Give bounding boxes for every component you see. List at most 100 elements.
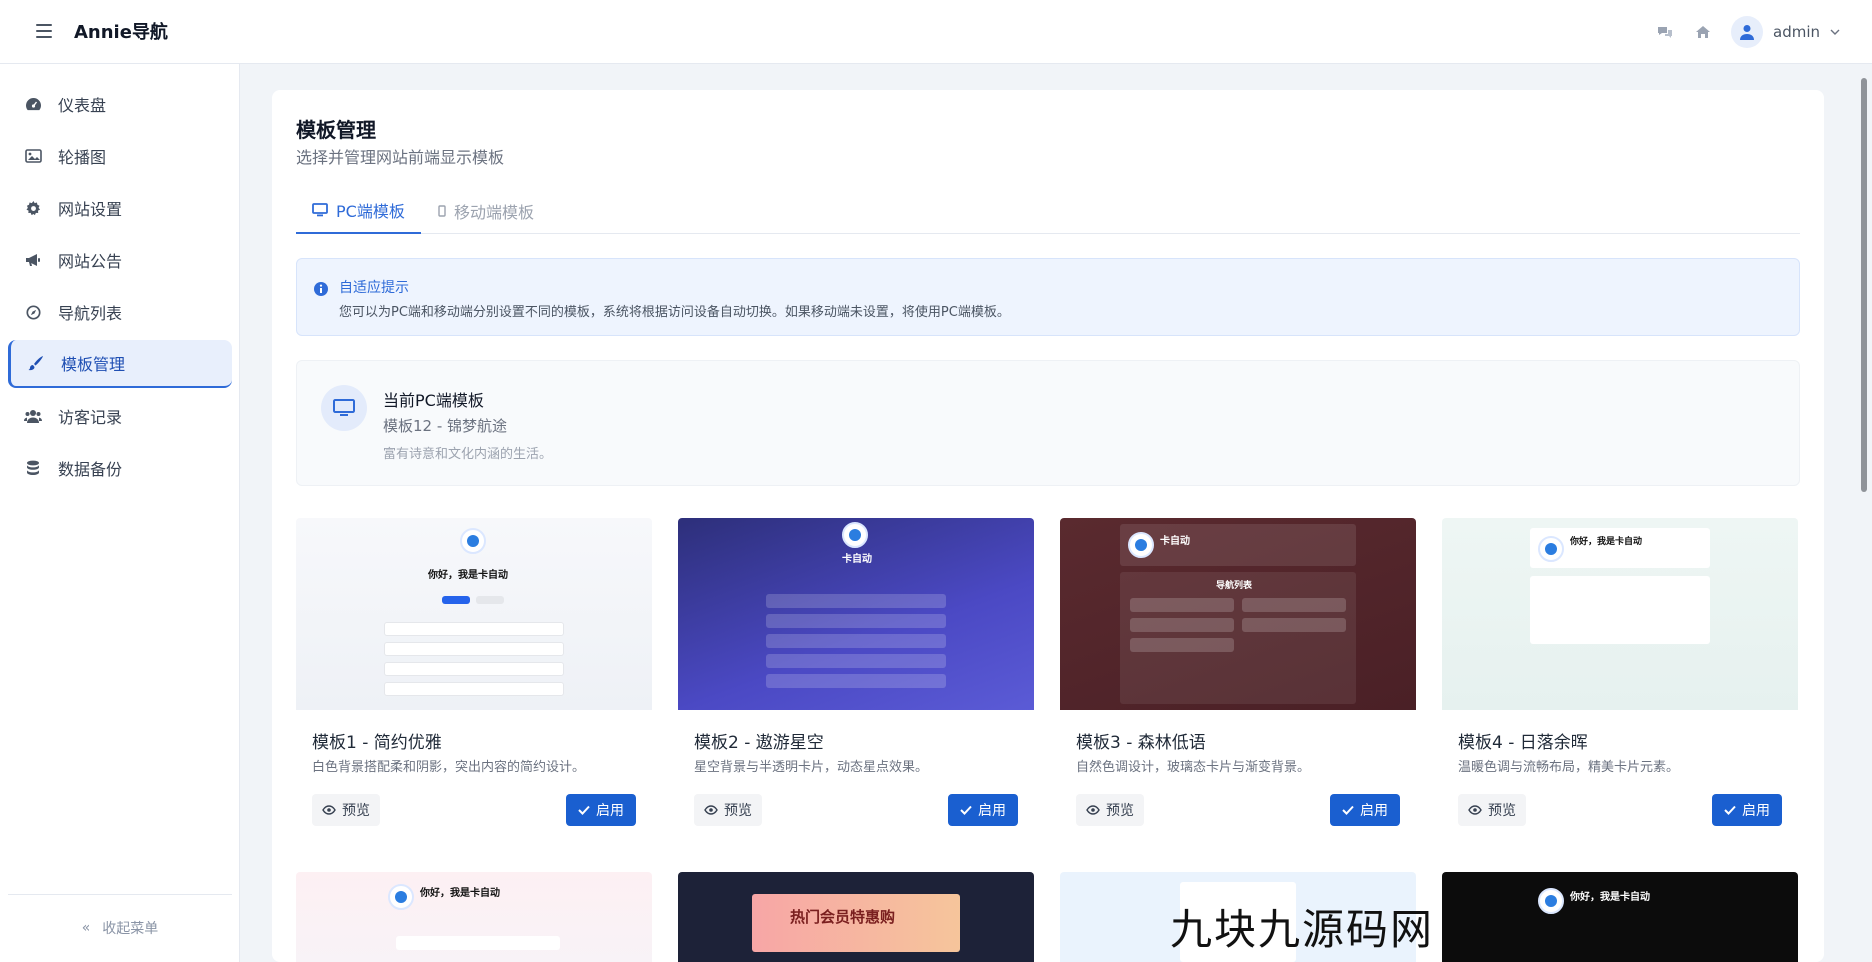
thumb-site-name: 卡自动: [842, 554, 872, 565]
sidebar-item-dashboard[interactable]: 仪表盘: [8, 80, 232, 128]
thumb-list-item: [1130, 598, 1234, 612]
database-icon: [24, 459, 42, 477]
preview-label: 预览: [1106, 803, 1134, 819]
user-menu[interactable]: admin: [1731, 16, 1840, 48]
dashboard-icon: [24, 95, 42, 113]
template-name: 模板1 - 简约优雅: [312, 733, 442, 753]
thumb-greeting: 你好，我是卡自动: [1570, 537, 1643, 547]
sidebar-divider: [8, 894, 232, 895]
tab-label: PC端模板: [336, 202, 405, 221]
enable-button[interactable]: 启用: [1712, 794, 1782, 826]
scrollbar-thumb[interactable]: [1861, 78, 1867, 492]
tab-mobile-templates[interactable]: 移动端模板: [422, 188, 550, 234]
header-actions: admin: [1655, 12, 1840, 52]
check-icon: [578, 805, 590, 815]
check-icon: [1342, 805, 1354, 815]
preview-button[interactable]: 预览: [694, 794, 762, 826]
notice-text: 您可以为PC端和移动端分别设置不同的模板，系统将根据访问设备自动切换。如果移动端…: [339, 305, 1010, 320]
user-icon: [1740, 25, 1754, 40]
brush-icon: [27, 354, 45, 372]
sidebar-item-label: 模板管理: [61, 355, 126, 374]
enable-label: 启用: [978, 803, 1006, 819]
template-desc: 星空背景与半透明卡片，动态星点效果。: [694, 760, 929, 775]
compass-icon: [24, 303, 42, 321]
check-icon: [1724, 805, 1736, 815]
watermark: 九块九源码网: [1170, 905, 1435, 954]
current-template-panel: 当前PC端模板 模板12 - 锦梦航途 富有诗意和文化内涵的生活。: [296, 360, 1800, 486]
enable-label: 启用: [596, 803, 624, 819]
thumb-panel: [1530, 576, 1710, 644]
preview-button[interactable]: 预览: [1458, 794, 1526, 826]
enable-button[interactable]: 启用: [566, 794, 636, 826]
template-tabs: PC端模板 移动端模板: [296, 188, 1800, 234]
logo-icon: [1538, 888, 1564, 914]
thumb-list-item: [766, 634, 946, 648]
preview-label: 预览: [724, 803, 752, 819]
sidebar-item-templates[interactable]: 模板管理: [8, 340, 232, 388]
home-icon[interactable]: [1693, 22, 1713, 42]
thumb-list-item: [766, 594, 946, 608]
chevron-down-icon: [1830, 29, 1840, 35]
template-thumbnail[interactable]: 你好，我是卡自动: [296, 518, 652, 710]
current-template-label: 当前PC端模板: [383, 391, 484, 410]
thumb-nav-title: 导航列表: [1216, 581, 1253, 591]
template-thumbnail[interactable]: 你好，我是卡自动: [1442, 872, 1798, 962]
collapse-menu-button[interactable]: « 收起菜单: [0, 918, 240, 938]
enable-label: 启用: [1360, 803, 1388, 819]
thumb-list-item: [766, 614, 946, 628]
enable-button[interactable]: 启用: [1330, 794, 1400, 826]
thumb-list-item: [1130, 638, 1234, 652]
template-thumbnail[interactable]: 卡自动: [678, 518, 1034, 710]
page-subtitle: 选择并管理网站前端显示模板: [296, 148, 505, 167]
sidebar-item-visitors[interactable]: 访客记录: [8, 392, 232, 440]
sidebar-item-label: 轮播图: [58, 148, 107, 167]
thumb-header-card: [1120, 524, 1356, 566]
template-thumbnail[interactable]: 卡自动 导航列表: [1060, 518, 1416, 710]
sidebar-item-site-settings[interactable]: 网站设置: [8, 184, 232, 232]
megaphone-icon: [24, 251, 42, 269]
sidebar-item-carousel[interactable]: 轮播图: [8, 132, 232, 180]
top-header: Annie导航 admin: [0, 0, 1872, 64]
mobile-icon: [438, 205, 446, 217]
sidebar-item-announcement[interactable]: 网站公告: [8, 236, 232, 284]
menu-icon[interactable]: [36, 20, 58, 42]
eye-icon: [1086, 805, 1100, 815]
preview-button[interactable]: 预览: [1076, 794, 1144, 826]
thumb-list-item: [1242, 618, 1346, 632]
thumb-site-name: 卡自动: [1160, 536, 1190, 547]
sidebar-item-label: 数据备份: [58, 460, 123, 479]
chat-icon[interactable]: [1655, 22, 1675, 42]
template-card: 你好，我是卡自动 模板4 - 日落余晖 温暖色调与流畅布局，精美卡片元素。 预览…: [1442, 518, 1798, 838]
sidebar-item-label: 网站设置: [58, 200, 123, 219]
template-card: 你好，我是卡自动 模板1 - 简约优雅 白色背景搭配柔和阴影，突出内容的简约设计…: [296, 518, 652, 838]
thumb-list-item: [384, 642, 564, 656]
sidebar-item-label: 网站公告: [58, 252, 123, 271]
tab-pc-templates[interactable]: PC端模板: [296, 188, 421, 234]
thumb-list-item: [384, 662, 564, 676]
collapse-menu-label: 收起菜单: [102, 921, 159, 937]
thumb-greeting: 你好，我是卡自动: [420, 888, 500, 899]
thumb-promo: 热门会员特惠购: [790, 908, 896, 926]
sidebar-item-nav-list[interactable]: 导航列表: [8, 288, 232, 336]
thumb-greeting: 你好，我是卡自动: [1570, 892, 1650, 903]
enable-label: 启用: [1742, 803, 1770, 819]
tab-label: 移动端模板: [454, 203, 535, 222]
username: admin: [1773, 23, 1820, 41]
logo-icon: [1128, 532, 1154, 558]
template-name: 模板4 - 日落余晖: [1458, 733, 1588, 753]
template-thumbnail[interactable]: 你好，我是卡自动: [1442, 518, 1798, 710]
adaptive-notice: 自适应提示 您可以为PC端和移动端分别设置不同的模板，系统将根据访问设备自动切换…: [296, 258, 1800, 336]
thumb-list-item: [1130, 618, 1234, 632]
preview-button[interactable]: 预览: [312, 794, 380, 826]
enable-button[interactable]: 启用: [948, 794, 1018, 826]
current-template-name: 模板12 - 锦梦航途: [383, 417, 508, 435]
sidebar-item-backup[interactable]: 数据备份: [8, 444, 232, 492]
thumb-button: [476, 596, 504, 604]
info-icon: [314, 282, 328, 296]
double-chevron-left-icon: «: [81, 920, 91, 936]
notice-title: 自适应提示: [339, 280, 409, 296]
brand-title[interactable]: Annie导航: [74, 18, 168, 44]
template-thumbnail[interactable]: 你好，我是卡自动: [296, 872, 652, 962]
template-thumbnail[interactable]: 热门会员特惠购: [678, 872, 1034, 962]
page-title: 模板管理: [296, 118, 376, 142]
